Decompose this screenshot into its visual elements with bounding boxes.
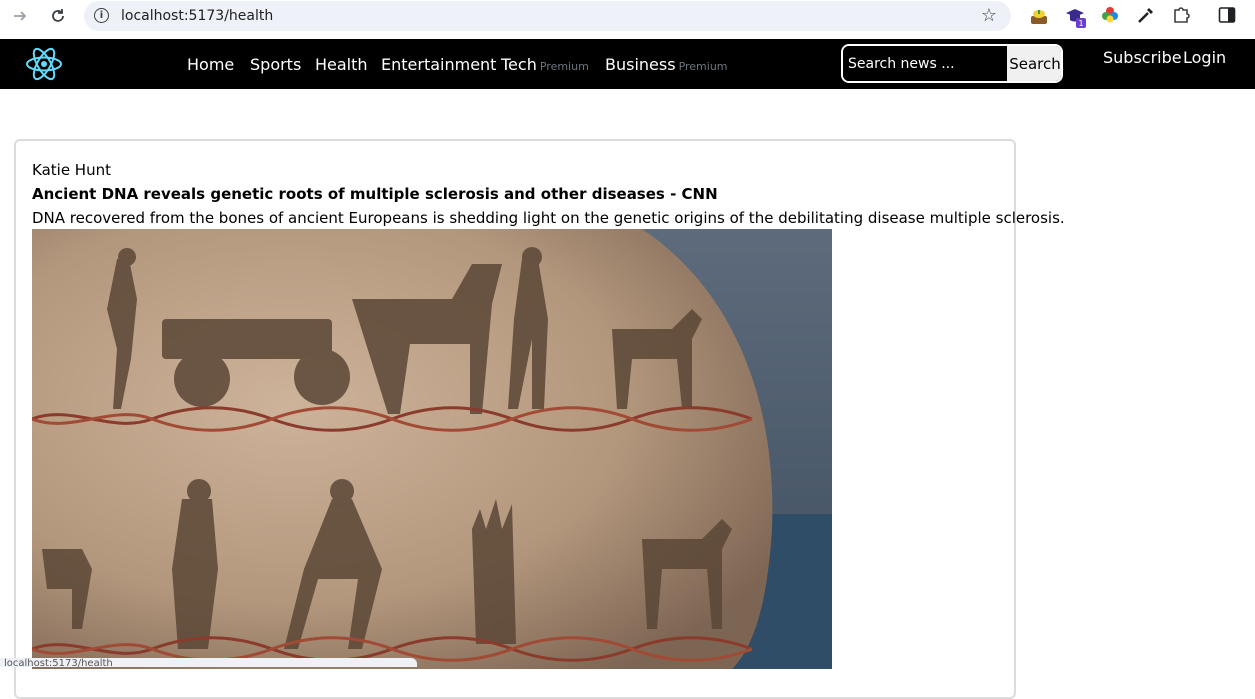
login-link[interactable]: Login (1183, 48, 1226, 67)
article-author: Katie Hunt (32, 161, 111, 179)
nav-sports-label: Sports (250, 55, 302, 74)
nav-tech[interactable]: Tech Premium (501, 55, 589, 74)
address-bar[interactable]: i localhost:5173/health ☆ (84, 1, 1011, 31)
nav-health-label: Health (315, 55, 368, 74)
nav-home-label: Home (187, 55, 235, 74)
nav-business-label: Business (605, 55, 676, 74)
site-navbar: Home Sports Health Entertainment Tech Pre… (0, 39, 1255, 89)
premium-badge: Premium (678, 60, 728, 73)
nav-sports[interactable]: Sports (250, 55, 301, 74)
extension-plant-icon[interactable] (1028, 5, 1050, 27)
reload-icon[interactable] (47, 5, 69, 27)
extensions-puzzle-icon[interactable] (1172, 5, 1194, 27)
nav-tech-label: Tech (501, 55, 537, 74)
nav-home[interactable]: Home (187, 55, 234, 74)
info-icon[interactable]: i (94, 8, 109, 23)
nav-entertainment-label: Entertainment (381, 55, 497, 74)
article-title[interactable]: Ancient DNA reveals genetic roots of mul… (32, 185, 718, 203)
bookmark-star-icon[interactable]: ☆ (981, 5, 997, 26)
article-card[interactable]: Katie Hunt Ancient DNA reveals genetic r… (14, 139, 1065, 699)
search-input[interactable] (843, 46, 1007, 81)
extension-color-wheel-icon[interactable] (1100, 5, 1122, 27)
react-logo-icon[interactable] (25, 46, 63, 82)
url-text: localhost:5173/health (121, 8, 274, 24)
search-form: Search (841, 44, 1063, 83)
search-button[interactable]: Search (1007, 46, 1061, 81)
side-panel-icon[interactable] (1218, 6, 1236, 24)
browser-status-bar: localhost:5173/health (0, 658, 417, 667)
eyedropper-icon[interactable] (1136, 5, 1158, 27)
article-description: DNA recovered from the bones of ancient … (32, 209, 1065, 227)
forward-icon[interactable] (9, 5, 31, 27)
nav-business[interactable]: Business Premium (605, 55, 728, 74)
nav-entertainment[interactable]: Entertainment (381, 55, 496, 74)
svg-text:1: 1 (1078, 19, 1083, 28)
article-image[interactable] (32, 229, 832, 669)
extension-graduation-icon[interactable]: 1 (1064, 5, 1086, 28)
nav-health[interactable]: Health (315, 55, 368, 74)
premium-badge: Premium (539, 60, 589, 73)
browser-toolbar: i localhost:5173/health ☆ 1 (0, 0, 1255, 32)
subscribe-link[interactable]: Subscribe (1103, 48, 1182, 67)
